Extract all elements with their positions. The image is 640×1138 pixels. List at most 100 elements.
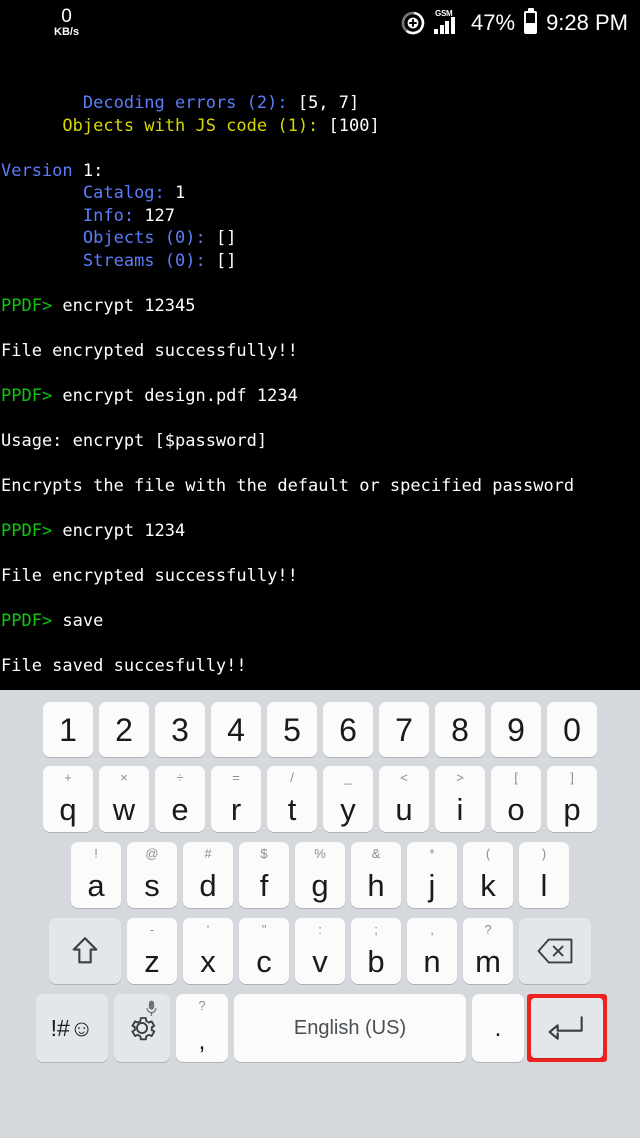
terminal-output-text: File saved succesfully!! [1,655,247,676]
key-superscript: ' [206,922,210,937]
key-superscript: , [430,922,434,937]
key-label: n [423,944,441,979]
comma-key[interactable]: ? , [176,994,228,1062]
key-7[interactable]: 7 [379,702,429,757]
key-label: o [507,792,525,827]
settings-key[interactable] [114,994,170,1062]
backspace-key[interactable] [519,918,591,984]
key-o[interactable]: [o [491,766,541,832]
key-4[interactable]: 4 [211,702,261,757]
terminal-info-label: Streams (0): [82,250,206,271]
key-label: u [395,792,413,827]
key-c[interactable]: " c [239,918,289,984]
shift-key[interactable] [49,918,121,984]
cellular-signal-icon: GSM [434,9,462,36]
key-superscript: @ [145,846,159,861]
symbols-key[interactable]: !#☺ [36,994,108,1062]
key-j[interactable]: * j [407,842,457,908]
key-d[interactable]: # d [183,842,233,908]
terminal-indent [1,93,83,113]
key-label: z [144,944,160,979]
key-l[interactable]: ) l [519,842,569,908]
enter-key-highlight [527,994,607,1062]
key-a[interactable]: ! a [71,842,121,908]
key-i[interactable]: > i [435,766,485,832]
phone-screen: 0 KB/s GSM 47% 9:28 PM Decoding errors (… [0,0,640,1138]
key-x[interactable]: ' x [183,918,233,984]
key-b[interactable]: ; b [351,918,401,984]
on-screen-keyboard[interactable]: 1234567890 + q × w ÷ e = r / t _ y < u > i[o] p ! a @ s # d $ f… [0,690,640,1138]
key-p[interactable]: ] p [547,766,597,832]
enter-key[interactable] [531,998,603,1058]
key-superscript: # [204,846,212,861]
terminal-info-line: Info: 127 [0,205,640,228]
key-label: v [312,944,328,979]
terminal-info-line: Decoding errors (2): [5, 7] [0,92,640,115]
key-q[interactable]: + q [43,766,93,832]
space-key[interactable]: English (US) [234,994,466,1062]
key-v[interactable]: :v [295,918,345,984]
key-s[interactable]: @ s [127,842,177,908]
key-9[interactable]: 9 [491,702,541,757]
terminal-output-line: File encrypted successfully!! [0,565,640,588]
key-k[interactable]: (k [463,842,513,908]
key-w[interactable]: × w [99,766,149,832]
comma-key-superscript: ? [198,998,206,1013]
key-label: 0 [563,711,581,748]
terminal-output-line: File saved succesfully!! [0,655,640,678]
key-f[interactable]: $ f [239,842,289,908]
key-2[interactable]: 2 [99,702,149,757]
key-label: c [256,944,272,979]
terminal-info-value: [100] [318,115,380,136]
key-label: h [367,868,385,903]
key-e[interactable]: ÷ e [155,766,205,832]
key-g[interactable]: % g [295,842,345,908]
key-label: 7 [395,711,413,748]
key-r[interactable]: = r [211,766,261,832]
period-key[interactable]: . [472,994,524,1062]
status-bar: 0 KB/s GSM 47% 9:28 PM [0,0,640,45]
terminal-info-line: Catalog: 1 [0,182,640,205]
key-0[interactable]: 0 [547,702,597,757]
terminal-info-value: 127 [134,205,176,226]
key-5[interactable]: 5 [267,702,317,757]
key-t[interactable]: / t [267,766,317,832]
key-u[interactable]: < u [379,766,429,832]
keyboard-row-bottom: !#☺ ? , English (US) . [0,989,640,1067]
key-label: 6 [339,711,357,748]
key-label: d [199,868,217,903]
key-label: y [340,792,356,827]
key-n[interactable]: ,n [407,918,457,984]
terminal-info-value: 1: [72,160,104,181]
terminal-indent [1,183,83,203]
terminal-prompt-label: PPDF> [1,610,53,631]
key-superscript: ! [94,846,98,861]
key-3[interactable]: 3 [155,702,205,757]
terminal-output-text: File encrypted successfully!! [1,340,298,361]
terminal-command-line: PPDF> save [0,610,640,633]
key-6[interactable]: 6 [323,702,373,757]
key-superscript: - [149,922,155,937]
key-label: b [367,944,385,979]
key-h[interactable]: & h [351,842,401,908]
key-z[interactable]: -z [127,918,177,984]
microphone-icon [145,1000,158,1018]
key-y[interactable]: _ y [323,766,373,832]
key-8[interactable]: 8 [435,702,485,757]
key-label: j [428,868,436,903]
key-superscript: / [290,770,294,785]
terminal-output[interactable]: Decoding errors (2): [5, 7] Objects with… [0,45,640,690]
keyboard-row-digits: 1 2 3 4 5 6 7 8 9 0 [0,698,640,761]
terminal-info-line: Version 1: [0,160,640,183]
key-1[interactable]: 1 [43,702,93,757]
key-m[interactable]: ? m [463,918,513,984]
terminal-info-value: [] [205,250,237,271]
key-superscript: = [232,770,240,785]
key-superscript: ; [374,922,378,937]
